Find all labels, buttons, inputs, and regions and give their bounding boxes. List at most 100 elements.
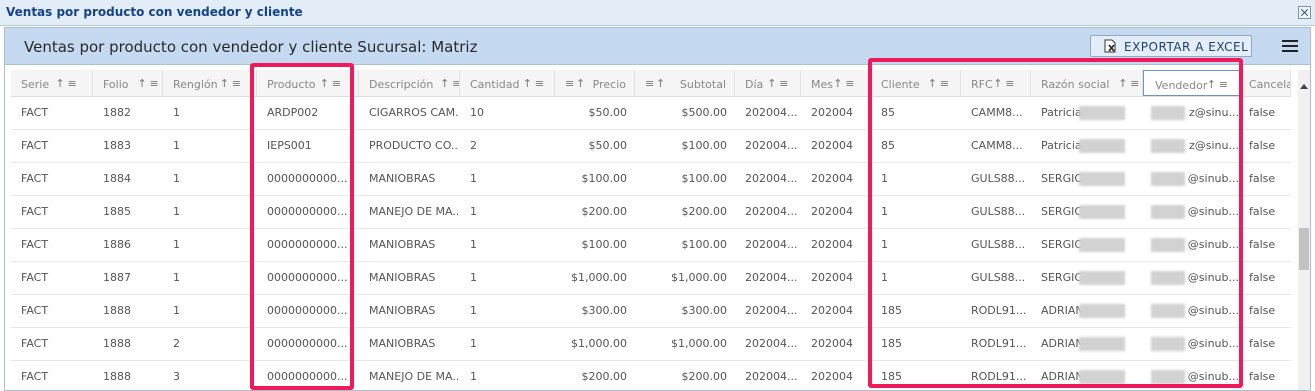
cell-mes: 202004 [811, 172, 853, 185]
cell-dia: 202004... [745, 337, 798, 350]
column-header-label: Cancelada [1249, 78, 1290, 91]
cell-mes: 202004 [811, 139, 853, 152]
cell-precio: $50.00 [588, 139, 628, 152]
column-header-label: Renglón [173, 78, 218, 91]
cell-descripcion: MANIOBRAS [369, 304, 436, 317]
sort-arrow-icon[interactable]: ↑ [767, 77, 776, 90]
column-header-serie[interactable]: Serie ↑ ≡ [11, 70, 93, 96]
cell-cancelada: false [1249, 172, 1276, 185]
cell-descripcion: MANIOBRAS [369, 337, 436, 350]
filter-icon[interactable]: ≡ [535, 77, 544, 90]
filter-icon[interactable]: ≡ [150, 77, 159, 90]
cell-cancelada: false [1249, 106, 1276, 119]
cell-precio: $300.00 [581, 304, 628, 317]
hamburger-menu-icon[interactable] [1282, 40, 1298, 52]
sort-arrow-icon[interactable]: ↑ [56, 77, 65, 90]
cell-serie: FACT [21, 304, 49, 317]
vertical-scrollbar[interactable] [1298, 70, 1310, 390]
close-icon[interactable] [1298, 6, 1311, 19]
column-header-label: Folio [103, 78, 129, 91]
column-header-renglon[interactable]: Renglón ↑ ≡ [163, 70, 257, 96]
cell-folio: 1884 [103, 172, 131, 185]
cell-mes: 202004 [811, 205, 853, 218]
cell-renglon: 1 [173, 139, 180, 152]
column-header-descripcion[interactable]: Descripción ↑≡ [359, 70, 460, 96]
column-header-label: Precio [592, 78, 626, 91]
cell-dia: 202004... [745, 271, 798, 284]
sort-arrow-icon[interactable]: ↑ [833, 77, 842, 90]
cell-serie: FACT [21, 106, 49, 119]
column-header-cantidad[interactable]: Cantidad ↑ ≡ [460, 70, 555, 96]
window-title: Ventas por producto con vendedor y clien… [6, 5, 303, 19]
cell-precio: $1,000.00 [571, 271, 627, 284]
cell-mes: 202004 [811, 106, 853, 119]
sort-arrow-icon[interactable]: ↑ [220, 77, 229, 90]
cell-precio: $100.00 [581, 172, 628, 185]
cell-cancelada: false [1249, 271, 1276, 284]
cell-dia: 202004... [745, 106, 798, 119]
cell-subtotal: $100.00 [681, 139, 728, 152]
filter-icon[interactable]: ≡ [68, 77, 77, 90]
cell-serie: FACT [21, 271, 49, 284]
highlight-cliente-vendedor-columns [868, 58, 1243, 388]
cell-renglon: 1 [173, 238, 180, 251]
export-excel-label: EXPORTAR A EXCEL [1124, 40, 1249, 54]
sort-arrow-icon[interactable]: ↑ [576, 77, 585, 90]
cell-mes: 202004 [811, 370, 853, 383]
highlight-producto-column [250, 63, 354, 390]
cell-descripcion: MANEJO DE MA... [369, 370, 458, 383]
cell-cantidad: 1 [470, 205, 477, 218]
filter-icon[interactable]: ≡ [452, 77, 459, 90]
cell-renglon: 2 [173, 337, 180, 350]
column-header-label: Día [745, 78, 764, 91]
cell-renglon: 1 [173, 304, 180, 317]
cell-cancelada: false [1249, 337, 1276, 350]
cell-folio: 1883 [103, 139, 131, 152]
filter-icon[interactable]: ≡ [645, 77, 654, 90]
cell-mes: 202004 [811, 271, 853, 284]
cell-descripcion: CIGARROS CAM... [369, 106, 458, 119]
cell-folio: 1888 [103, 337, 131, 350]
cell-descripcion: PRODUCTO CO... [369, 139, 458, 152]
column-header-label: Subtotal [679, 78, 726, 91]
cell-descripcion: MANIOBRAS [369, 271, 436, 284]
cell-descripcion: MANIOBRAS [369, 238, 436, 251]
cell-precio: $50.00 [588, 106, 628, 119]
filter-icon[interactable]: ≡ [845, 77, 854, 90]
cell-serie: FACT [21, 238, 49, 251]
sort-arrow-icon[interactable]: ↑ [656, 77, 665, 90]
cell-cantidad: 2 [470, 139, 477, 152]
column-header-label: Cantidad [470, 78, 520, 91]
scroll-up-icon[interactable] [1300, 84, 1308, 89]
sort-arrow-icon[interactable]: ↑ [440, 77, 449, 90]
cell-precio: $200.00 [581, 370, 628, 383]
cell-serie: FACT [21, 337, 49, 350]
cell-dia: 202004... [745, 205, 798, 218]
sort-arrow-icon[interactable]: ↑ [523, 77, 532, 90]
cell-subtotal: $300.00 [681, 304, 728, 317]
column-header-dia[interactable]: Día ↑ ≡ [735, 70, 801, 96]
cell-serie: FACT [21, 205, 49, 218]
export-excel-button[interactable]: EXPORTAR A EXCEL [1090, 35, 1252, 57]
cell-precio: $100.00 [581, 238, 628, 251]
cell-cantidad: 10 [470, 106, 484, 119]
filter-icon[interactable]: ≡ [779, 77, 788, 90]
cell-serie: FACT [21, 139, 49, 152]
cell-dia: 202004... [745, 139, 798, 152]
column-header-precio[interactable]: Precio ↑ ≡ [555, 70, 635, 96]
scroll-thumb[interactable] [1299, 228, 1309, 270]
column-header-cancelada[interactable]: Cancelada [1243, 70, 1291, 96]
column-header-subtotal[interactable]: Subtotal ↑ ≡ [635, 70, 735, 96]
filter-icon[interactable]: ≡ [565, 77, 574, 90]
cell-subtotal: $100.00 [681, 172, 728, 185]
cell-folio: 1882 [103, 106, 131, 119]
cell-subtotal: $200.00 [681, 205, 728, 218]
sort-arrow-icon[interactable]: ↑ [138, 77, 147, 90]
cell-precio: $200.00 [581, 205, 628, 218]
column-header-mes[interactable]: Mes ↑ ≡ [801, 70, 871, 96]
cell-cantidad: 1 [470, 337, 477, 350]
cell-cancelada: false [1249, 205, 1276, 218]
filter-icon[interactable]: ≡ [232, 77, 241, 90]
column-header-folio[interactable]: Folio ↑ ≡ [93, 70, 163, 96]
cell-precio: $1,000.00 [571, 337, 627, 350]
